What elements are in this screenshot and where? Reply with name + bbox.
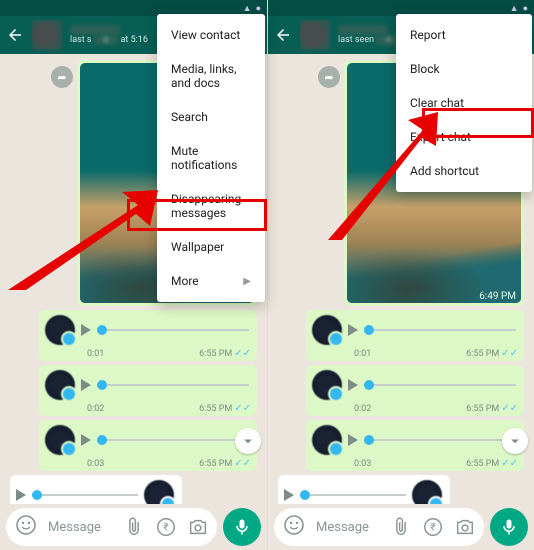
read-ticks-icon: ✓✓ xyxy=(234,403,251,414)
voice-timestamp: 6:55 PM xyxy=(199,459,232,469)
menu-more[interactable]: More▶ xyxy=(157,264,265,298)
menu-view-contact[interactable]: View contact xyxy=(157,18,265,52)
voice-avatar xyxy=(312,370,342,400)
menu-search[interactable]: Search xyxy=(157,100,265,134)
voice-timestamp: 6:55 PM xyxy=(466,459,499,469)
read-ticks-icon: ✓✓ xyxy=(501,458,518,469)
voice-track[interactable] xyxy=(364,329,516,331)
play-icon[interactable] xyxy=(348,379,358,391)
attach-icon[interactable] xyxy=(123,516,145,538)
chevron-down-icon xyxy=(506,432,524,450)
emoji-icon[interactable] xyxy=(14,513,38,541)
svg-text:₹: ₹ xyxy=(430,523,435,534)
play-icon[interactable] xyxy=(81,324,91,336)
svg-text:₹: ₹ xyxy=(163,523,168,534)
voice-track[interactable] xyxy=(364,439,516,441)
mic-icon xyxy=(499,517,519,537)
voice-track[interactable] xyxy=(97,439,249,441)
screen-right: ▲● last seen x PI ➦ 6:49 PM 0:01 6:55 PM… xyxy=(267,0,534,550)
voice-message[interactable]: 0:01 6:55 PM✓✓ xyxy=(306,310,524,361)
emoji-icon[interactable] xyxy=(282,513,306,541)
voice-duration: 0:02 xyxy=(354,404,371,414)
menu-media-links-docs[interactable]: Media, links, and docs xyxy=(157,52,265,100)
voice-message-in[interactable]: 0:02 7:00 PM xyxy=(278,475,450,504)
play-icon[interactable] xyxy=(81,379,91,391)
play-icon[interactable] xyxy=(348,434,358,446)
composer: Message ₹ xyxy=(268,504,534,550)
play-icon[interactable] xyxy=(16,489,26,501)
attach-icon[interactable] xyxy=(390,516,412,538)
back-icon[interactable] xyxy=(274,26,292,44)
voice-track[interactable] xyxy=(364,384,516,386)
scroll-down-button[interactable] xyxy=(502,428,528,454)
voice-timestamp: 6:55 PM xyxy=(466,404,499,414)
contact-name[interactable] xyxy=(338,25,388,35)
forward-icon[interactable]: ➦ xyxy=(51,66,73,88)
photo-timestamp: 6:49 PM xyxy=(479,291,516,302)
voice-avatar xyxy=(144,480,174,504)
voice-track[interactable] xyxy=(300,494,406,496)
voice-message[interactable]: 0:02 6:55 PM✓✓ xyxy=(39,365,257,416)
camera-icon[interactable] xyxy=(454,516,476,538)
annotation-arrow xyxy=(328,100,438,240)
rupee-icon[interactable]: ₹ xyxy=(422,516,444,538)
contact-name[interactable] xyxy=(70,25,120,35)
voice-duration: 0:01 xyxy=(354,349,371,359)
chevron-down-icon xyxy=(239,432,257,450)
voice-message[interactable]: 0:01 6:55 PM✓✓ xyxy=(39,310,257,361)
back-icon[interactable] xyxy=(6,26,24,44)
message-placeholder: Message xyxy=(48,520,113,535)
voice-message[interactable]: 0:02 6:55 PM✓✓ xyxy=(306,365,524,416)
menu-mute[interactable]: Mute notifications xyxy=(157,134,265,182)
overflow-menu: View contact Media, links, and docs Sear… xyxy=(157,14,265,302)
voice-message[interactable]: 0:03 6:55 PM✓✓ xyxy=(39,420,257,471)
voice-timestamp: 6:55 PM xyxy=(199,404,232,414)
voice-message-in[interactable]: 0:02 7:00 PM xyxy=(10,475,182,504)
voice-avatar xyxy=(45,315,75,345)
message-input[interactable]: Message ₹ xyxy=(274,508,484,546)
message-placeholder: Message xyxy=(316,520,380,535)
composer: Message ₹ xyxy=(0,504,267,550)
voice-timestamp: 6:55 PM xyxy=(199,349,232,359)
voice-duration: 0:03 xyxy=(354,459,371,469)
mic-button[interactable] xyxy=(490,508,528,546)
mic-button[interactable] xyxy=(223,508,261,546)
read-ticks-icon: ✓✓ xyxy=(234,458,251,469)
voice-avatar xyxy=(412,480,442,504)
voice-avatar xyxy=(45,370,75,400)
play-icon[interactable] xyxy=(81,434,91,446)
voice-timestamp: 6:55 PM xyxy=(466,349,499,359)
voice-avatar xyxy=(312,425,342,455)
contact-avatar[interactable] xyxy=(300,20,330,50)
chevron-right-icon: ▶ xyxy=(243,276,251,287)
scroll-down-button[interactable] xyxy=(235,428,261,454)
voice-duration: 0:02 xyxy=(87,404,104,414)
contact-avatar[interactable] xyxy=(32,20,62,50)
mic-icon xyxy=(232,517,252,537)
voice-duration: 0:03 xyxy=(87,459,104,469)
read-ticks-icon: ✓✓ xyxy=(501,348,518,359)
read-ticks-icon: ✓✓ xyxy=(234,348,251,359)
voice-avatar xyxy=(312,315,342,345)
read-ticks-icon: ✓✓ xyxy=(501,403,518,414)
voice-duration: 0:01 xyxy=(87,349,104,359)
highlight-box xyxy=(422,108,534,138)
voice-message[interactable]: 0:03 6:55 PM✓✓ xyxy=(306,420,524,471)
camera-icon[interactable] xyxy=(187,516,209,538)
rupee-icon[interactable]: ₹ xyxy=(155,516,177,538)
menu-block[interactable]: Block xyxy=(396,52,532,86)
menu-wallpaper[interactable]: Wallpaper xyxy=(157,230,265,264)
play-icon[interactable] xyxy=(348,324,358,336)
voice-avatar xyxy=(45,425,75,455)
last-seen: last s x at 5:16 xyxy=(70,35,148,45)
voice-track[interactable] xyxy=(97,384,249,386)
voice-track[interactable] xyxy=(97,329,249,331)
forward-icon[interactable]: ➦ xyxy=(318,66,340,88)
voice-track[interactable] xyxy=(32,494,138,496)
play-icon[interactable] xyxy=(284,489,294,501)
annotation-arrow xyxy=(8,170,158,290)
screen-left: ▲● last s x at 5:16 ➦ 6:49 PM 0:01 6:55 … xyxy=(0,0,267,550)
menu-report[interactable]: Report xyxy=(396,18,532,52)
message-input[interactable]: Message ₹ xyxy=(6,508,217,546)
